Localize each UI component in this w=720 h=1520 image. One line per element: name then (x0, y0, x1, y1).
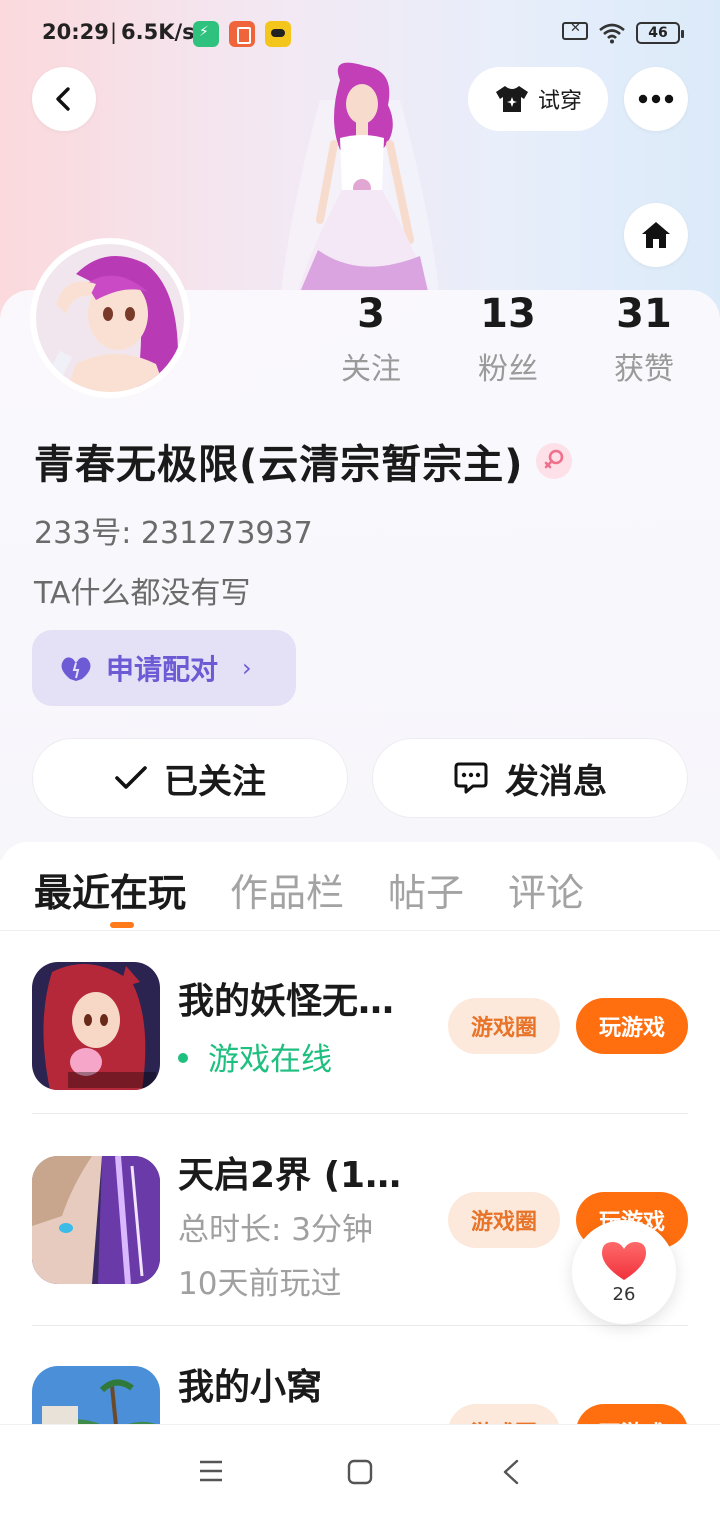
user-bio: TA什么都没有写 (34, 576, 251, 611)
status-time: 20:29 (42, 20, 109, 44)
status-net-speed: 6.5K/s (121, 20, 195, 44)
stat-following-label: 关注 (341, 352, 401, 387)
app-notification-icon (229, 21, 255, 47)
more-dots-icon (638, 94, 674, 104)
username: 青春无极限(云清宗暂宗主) (34, 442, 524, 488)
chat-bubble-icon (454, 762, 488, 794)
stat-likes[interactable]: 31 获赞 (589, 290, 699, 388)
tab-posts[interactable]: 帖子 (388, 862, 464, 932)
stat-fans-label: 粉丝 (478, 352, 538, 387)
chevron-right-icon: › (242, 654, 252, 682)
avatar-image (36, 244, 184, 396)
game-list-item[interactable]: 我的妖怪无… 游戏在线 游戏圈 玩游戏 (32, 952, 688, 1114)
game-icon[interactable] (32, 962, 160, 1090)
more-button[interactable] (624, 67, 688, 131)
play-game-button[interactable]: 玩游戏 (576, 998, 688, 1054)
menu-icon[interactable] (198, 1459, 224, 1483)
game-icon[interactable] (32, 1156, 160, 1284)
following-button[interactable]: 已关注 (32, 738, 348, 818)
request-pairing-label: 申请配对 (106, 653, 219, 686)
game-circle-button[interactable]: 游戏圈 (448, 1192, 560, 1248)
online-dot-icon (178, 1052, 188, 1063)
avatar[interactable] (30, 238, 190, 398)
like-button[interactable]: 26 (572, 1220, 676, 1324)
app-notification-icon (193, 21, 219, 47)
send-message-button[interactable]: 发消息 (372, 738, 688, 818)
stat-following-value: 3 (357, 291, 385, 337)
back-arrow-icon (56, 87, 70, 111)
send-message-label: 发消息 (505, 761, 607, 802)
status-separator: | (110, 20, 118, 44)
home-icon (642, 222, 670, 248)
tab-comments[interactable]: 评论 (508, 862, 584, 932)
tshirt-icon (495, 86, 528, 112)
avatar-3d-figure[interactable] (270, 60, 450, 300)
try-on-label: 试穿 (537, 89, 582, 114)
wifi-icon (599, 23, 625, 44)
stat-following[interactable]: 3 关注 (316, 290, 426, 388)
stat-fans-value: 13 (480, 291, 536, 337)
content-panel: 最近在玩 作品栏 帖子 评论 我的妖怪无… 游戏在线 游戏圈 玩游戏 天启2界 … (0, 842, 720, 1442)
user-id: 233号: 231273937 (34, 516, 313, 551)
game-name: 天启2界 (1… (178, 1155, 402, 1196)
heart-pair-icon (61, 657, 91, 681)
request-pairing-button[interactable]: 申请配对 › (32, 630, 296, 706)
back-button[interactable] (32, 67, 96, 131)
game-name: 我的妖怪无… (178, 981, 395, 1022)
female-gender-icon (535, 443, 572, 479)
tab-recently-played[interactable]: 最近在玩 (34, 862, 186, 932)
game-last-played: 10天前玩过 (178, 1266, 342, 1302)
game-name: 我的小窝 (178, 1367, 323, 1408)
username-row: 青春无极限(云清宗暂宗主) (34, 432, 572, 490)
home-square-icon[interactable] (347, 1459, 373, 1485)
sim-card-icon (562, 21, 588, 40)
stat-likes-label: 获赞 (614, 352, 674, 387)
check-icon (115, 766, 147, 789)
game-circle-button[interactable]: 游戏圈 (448, 998, 560, 1054)
system-navigation-bar (0, 1424, 720, 1520)
game-online-status: 游戏在线 (178, 1034, 332, 1079)
heart-icon (602, 1241, 646, 1280)
try-on-button[interactable]: 试穿 (468, 67, 608, 131)
stat-fans[interactable]: 13 粉丝 (453, 290, 563, 388)
game-online-label: 游戏在线 (208, 1042, 332, 1078)
profile-tabs: 最近在玩 作品栏 帖子 评论 (34, 862, 584, 932)
stat-likes-value: 31 (616, 291, 672, 337)
home-button[interactable] (624, 203, 688, 267)
tab-works[interactable]: 作品栏 (230, 862, 344, 932)
tabs-divider (0, 930, 720, 931)
game-total-playtime: 总时长: 3分钟 (178, 1212, 374, 1248)
like-count: 26 (612, 1283, 636, 1305)
battery-indicator: 46 (636, 22, 684, 44)
app-notification-icon (265, 21, 291, 47)
following-label: 已关注 (164, 761, 266, 802)
back-triangle-icon[interactable] (500, 1459, 522, 1485)
